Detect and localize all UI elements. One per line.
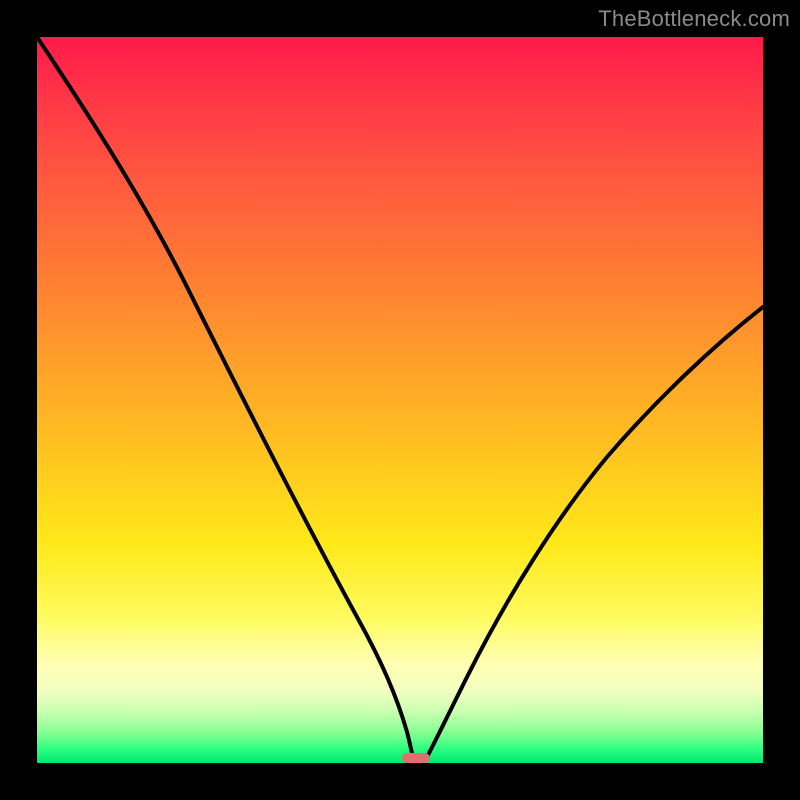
chart-frame: TheBottleneck.com <box>0 0 800 800</box>
valley-marker <box>402 753 430 763</box>
watermark-label: TheBottleneck.com <box>598 6 790 32</box>
bottleneck-curve <box>37 37 763 761</box>
plot-area <box>37 37 763 763</box>
curve-svg <box>37 37 763 763</box>
